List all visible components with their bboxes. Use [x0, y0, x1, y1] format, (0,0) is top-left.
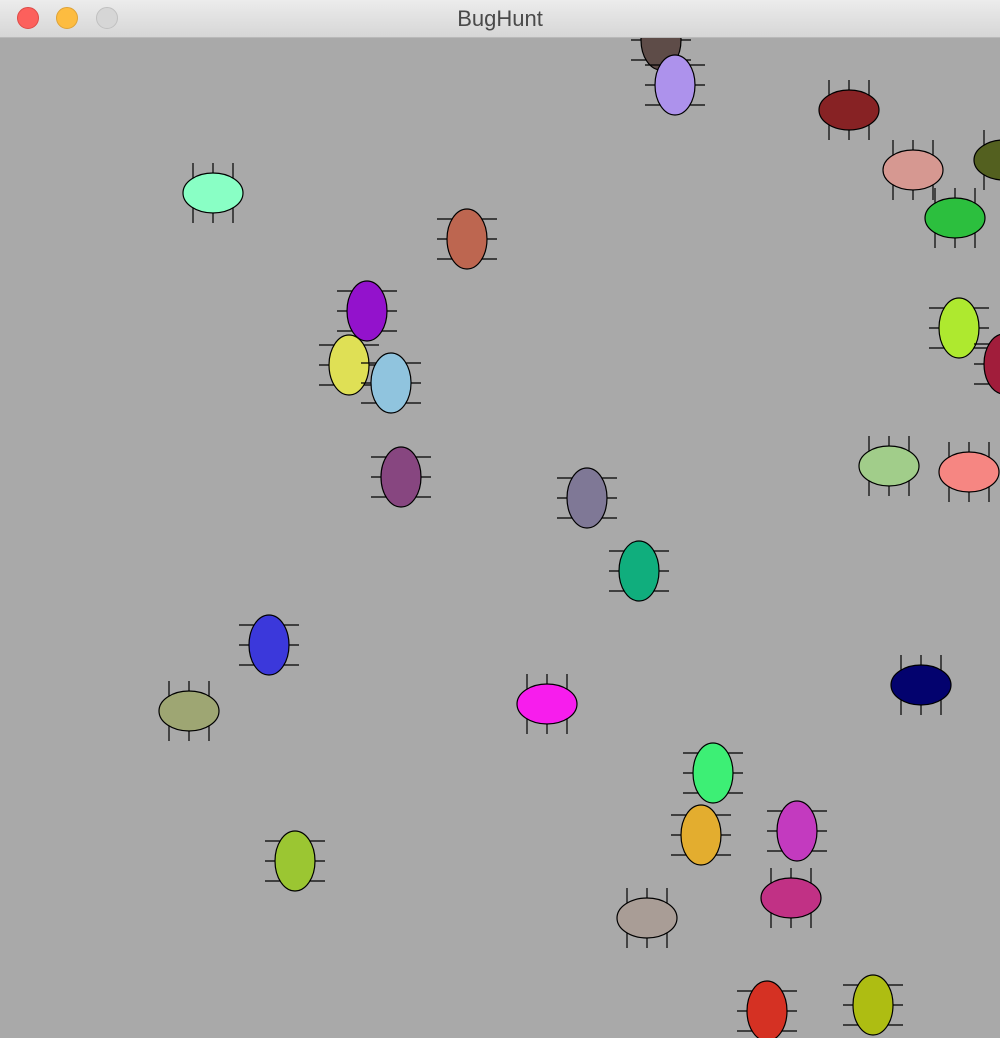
- bug[interactable]: [616, 888, 678, 948]
- bug-body[interactable]: [858, 445, 920, 487]
- bug-body[interactable]: [890, 664, 952, 706]
- bug[interactable]: [158, 681, 220, 741]
- title-bar[interactable]: BugHunt: [0, 0, 1000, 38]
- bug-body[interactable]: [370, 352, 412, 414]
- bug-body[interactable]: [924, 197, 986, 239]
- game-canvas[interactable]: [0, 38, 1000, 1038]
- bug[interactable]: [890, 655, 952, 715]
- bug[interactable]: [929, 297, 989, 359]
- bug[interactable]: [557, 467, 617, 529]
- bug-body[interactable]: [973, 139, 1000, 181]
- bug-body[interactable]: [818, 89, 880, 131]
- bug-body[interactable]: [680, 804, 722, 866]
- bug[interactable]: [337, 280, 397, 342]
- bug[interactable]: [737, 980, 797, 1038]
- bug[interactable]: [882, 140, 944, 200]
- bug-body[interactable]: [938, 297, 980, 359]
- bug[interactable]: [974, 333, 1000, 395]
- bug[interactable]: [516, 674, 578, 734]
- bug-body[interactable]: [446, 208, 488, 270]
- bug-body[interactable]: [746, 980, 788, 1038]
- bug[interactable]: [239, 614, 299, 676]
- bug-body[interactable]: [566, 467, 608, 529]
- bug[interactable]: [371, 446, 431, 508]
- bug-body[interactable]: [182, 172, 244, 214]
- bug-body[interactable]: [654, 54, 696, 116]
- bug[interactable]: [858, 436, 920, 496]
- bug-body[interactable]: [776, 800, 818, 862]
- bug-body[interactable]: [616, 897, 678, 939]
- bug-body[interactable]: [158, 690, 220, 732]
- bug-body[interactable]: [983, 333, 1000, 395]
- bug[interactable]: [760, 868, 822, 928]
- bug-body[interactable]: [760, 877, 822, 919]
- bug-body[interactable]: [248, 614, 290, 676]
- bug[interactable]: [671, 804, 731, 866]
- bug[interactable]: [609, 540, 669, 602]
- bug-body[interactable]: [380, 446, 422, 508]
- bug[interactable]: [265, 830, 325, 892]
- bug[interactable]: [767, 800, 827, 862]
- window-title: BugHunt: [457, 6, 543, 31]
- bug[interactable]: [818, 80, 880, 140]
- bug[interactable]: [319, 334, 379, 396]
- bug[interactable]: [361, 352, 421, 414]
- bug[interactable]: [437, 208, 497, 270]
- bug[interactable]: [843, 974, 903, 1036]
- bug[interactable]: [683, 742, 743, 804]
- bug[interactable]: [182, 163, 244, 223]
- bug-body[interactable]: [346, 280, 388, 342]
- app-window: BugHunt: [0, 0, 1000, 1038]
- bug[interactable]: [924, 188, 986, 248]
- bug-body[interactable]: [882, 149, 944, 191]
- bug-body[interactable]: [852, 974, 894, 1036]
- bug[interactable]: [973, 130, 1000, 190]
- bug-field[interactable]: [0, 38, 1000, 1038]
- bug-body[interactable]: [516, 683, 578, 725]
- bug[interactable]: [938, 442, 1000, 502]
- bug-body[interactable]: [938, 451, 1000, 493]
- bug-body[interactable]: [692, 742, 734, 804]
- bug-body[interactable]: [618, 540, 660, 602]
- bug-body[interactable]: [274, 830, 316, 892]
- bug-body[interactable]: [328, 334, 370, 396]
